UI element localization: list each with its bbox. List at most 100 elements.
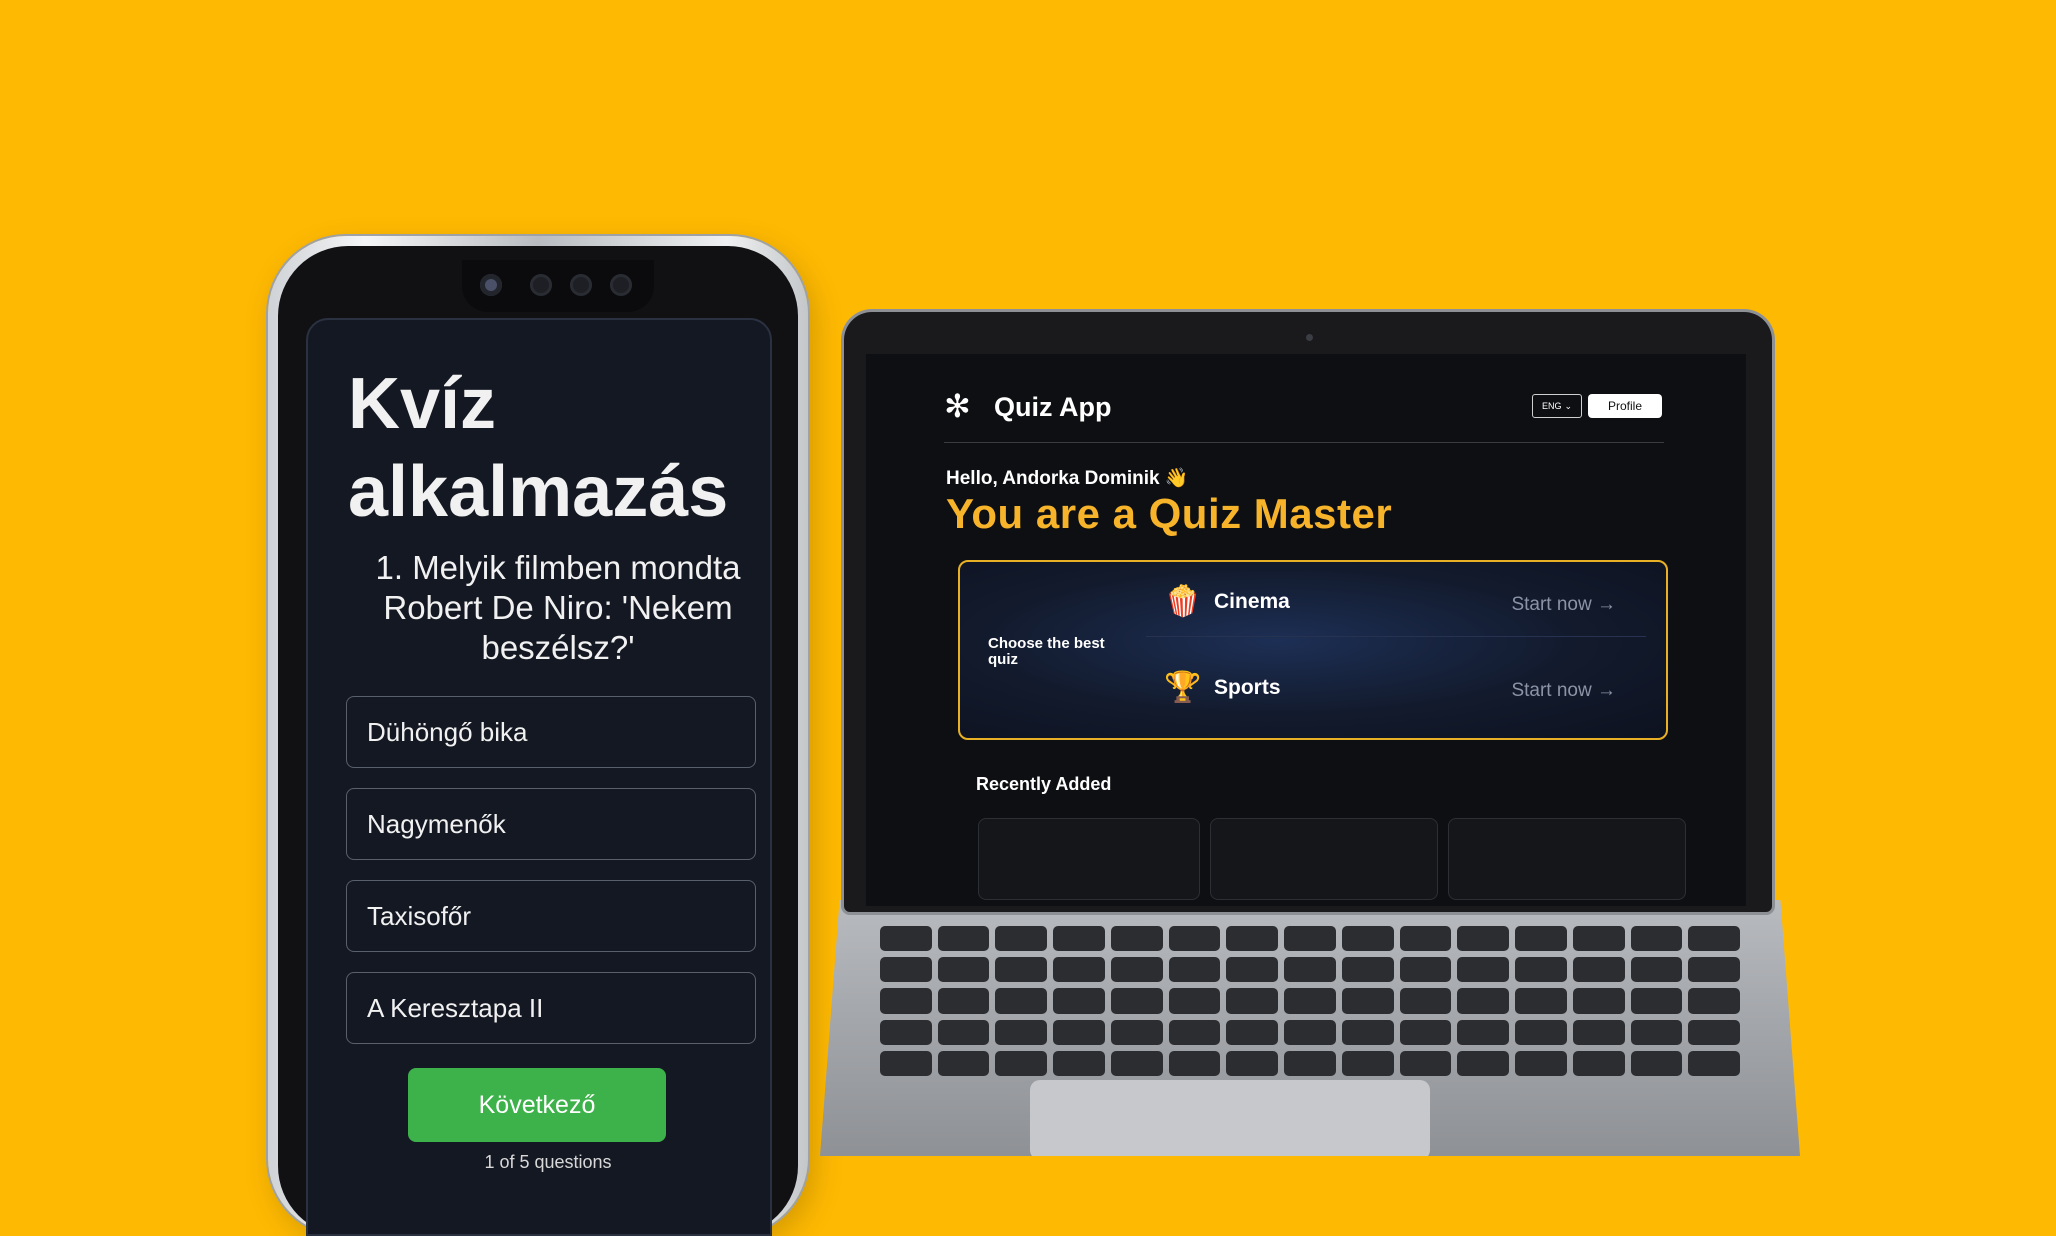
keyboard-key bbox=[937, 1050, 990, 1076]
keyboard-key bbox=[1341, 1019, 1394, 1045]
keyboard-key bbox=[995, 957, 1048, 983]
keyboard-key bbox=[995, 926, 1048, 952]
recent-quiz-card[interactable] bbox=[1210, 818, 1438, 900]
keyboard-key bbox=[1399, 926, 1452, 952]
keyboard-key bbox=[880, 926, 932, 952]
keyboard-key bbox=[1110, 1050, 1163, 1076]
question-text: 1. Melyik filmben mondta Robert De Niro:… bbox=[375, 549, 741, 666]
keyboard-key bbox=[880, 957, 932, 983]
greeting: Hello, Andorka Dominik 👋 bbox=[946, 468, 1189, 489]
popcorn-icon: 🍿 bbox=[1164, 585, 1202, 618]
keyboard-key bbox=[1630, 1019, 1683, 1045]
keyboard-key bbox=[1688, 926, 1740, 952]
keyboard-key bbox=[1110, 1019, 1163, 1045]
answer-option[interactable]: A Keresztapa II bbox=[346, 972, 756, 1044]
start-now-link[interactable]: Start now → bbox=[1511, 680, 1616, 702]
keyboard-key bbox=[1572, 988, 1625, 1014]
keyboard-key bbox=[880, 1050, 932, 1076]
keyboard-key bbox=[1168, 926, 1221, 952]
phone-screen: Kvíz alkalmazás 1. Melyik filmben mondta… bbox=[306, 318, 772, 1236]
keyboard-key bbox=[1168, 1019, 1221, 1045]
keyboard-key bbox=[1457, 1050, 1510, 1076]
keyboard-key bbox=[1284, 988, 1336, 1014]
keyboard-key bbox=[937, 957, 990, 983]
keyboard-key bbox=[1226, 1050, 1279, 1076]
answer-option[interactable]: Dühöngő bika bbox=[346, 696, 756, 768]
recent-quiz-card[interactable] bbox=[1448, 818, 1686, 900]
keyboard-key bbox=[1399, 1050, 1452, 1076]
keyboard-key bbox=[1110, 957, 1163, 983]
keyboard-key bbox=[1630, 926, 1683, 952]
keyboard-key bbox=[1341, 1050, 1394, 1076]
keyboard-key bbox=[1284, 1050, 1336, 1076]
keyboard-key bbox=[1053, 1019, 1105, 1045]
smartphone: Kvíz alkalmazás 1. Melyik filmben mondta… bbox=[268, 236, 808, 1236]
quiz-name: Sports bbox=[1214, 676, 1281, 699]
keyboard-key bbox=[1457, 926, 1510, 952]
keyboard-key bbox=[1341, 988, 1394, 1014]
keyboard-key bbox=[1168, 988, 1221, 1014]
keyboard-key bbox=[1457, 1019, 1510, 1045]
answer-option[interactable]: Nagymenők bbox=[346, 788, 756, 860]
keyboard-key bbox=[1630, 1050, 1683, 1076]
keyboard-key bbox=[1572, 957, 1625, 983]
keyboard-key bbox=[1688, 1019, 1740, 1045]
quiz-item-cinema[interactable]: 🍿 Cinema Start now → bbox=[1146, 570, 1646, 637]
keyboard-key bbox=[937, 988, 990, 1014]
keyboard-key bbox=[1688, 1050, 1740, 1076]
recently-added-heading: Recently Added bbox=[976, 774, 1112, 794]
keyboard-key bbox=[1688, 957, 1740, 983]
profile-button[interactable]: Profile bbox=[1588, 394, 1662, 418]
keyboard-key bbox=[1226, 988, 1279, 1014]
keyboard-key bbox=[1399, 957, 1452, 983]
keyboard-key bbox=[1226, 957, 1279, 983]
quiz-item-sports[interactable]: 🏆 Sports Start now → bbox=[1146, 656, 1646, 722]
keyboard-key bbox=[1226, 1019, 1279, 1045]
chevron-down-icon: ⌄ bbox=[1564, 400, 1573, 411]
camera-icon bbox=[480, 274, 502, 296]
keyboard-key bbox=[1053, 957, 1105, 983]
keyboard-key bbox=[1688, 988, 1740, 1014]
start-now-link[interactable]: Start now → bbox=[1511, 594, 1616, 616]
webcam-icon bbox=[1306, 334, 1313, 341]
headline: You are a Quiz Master bbox=[946, 490, 1393, 537]
trackpad bbox=[1030, 1080, 1430, 1156]
trophy-icon: 🏆 bbox=[1164, 671, 1202, 704]
keyboard-key bbox=[1572, 1050, 1625, 1076]
keyboard-key bbox=[880, 988, 932, 1014]
keyboard-key bbox=[1515, 988, 1567, 1014]
keyboard-key bbox=[1572, 1019, 1625, 1045]
keyboard-key bbox=[1284, 1019, 1336, 1045]
keyboard bbox=[880, 926, 1740, 1076]
keyboard-key bbox=[937, 926, 990, 952]
keyboard-key bbox=[995, 1019, 1048, 1045]
keyboard-key bbox=[1168, 957, 1221, 983]
keyboard-key bbox=[1515, 1050, 1567, 1076]
recent-quiz-card[interactable] bbox=[978, 818, 1200, 900]
keyboard-key bbox=[1630, 957, 1683, 983]
puzzle-icon: ✻ bbox=[944, 388, 971, 424]
next-button[interactable]: Következő bbox=[408, 1068, 666, 1142]
laptop-screen: ✻ Quiz App ENG ⌄ Profile Hello, Andorka … bbox=[866, 354, 1746, 906]
phone-bezel: Kvíz alkalmazás 1. Melyik filmben mondta… bbox=[278, 246, 798, 1236]
keyboard-key bbox=[1226, 926, 1279, 952]
keyboard-key bbox=[1515, 957, 1567, 983]
quiz-name: Cinema bbox=[1214, 590, 1290, 613]
keyboard-key bbox=[1110, 988, 1163, 1014]
keyboard-key bbox=[1572, 926, 1625, 952]
answer-option[interactable]: Taxisofőr bbox=[346, 880, 756, 952]
question-counter: 1 of 5 questions bbox=[484, 1152, 612, 1172]
keyboard-key bbox=[1053, 1050, 1105, 1076]
keyboard-key bbox=[1399, 1019, 1452, 1045]
app-title: Quiz App bbox=[994, 392, 1112, 422]
keyboard-key bbox=[1457, 988, 1510, 1014]
keyboard-key bbox=[937, 1019, 990, 1045]
laptop-lid: ✻ Quiz App ENG ⌄ Profile Hello, Andorka … bbox=[844, 312, 1772, 912]
sensor-icon bbox=[530, 274, 552, 296]
keyboard-key bbox=[1053, 988, 1105, 1014]
keyboard-key bbox=[1341, 926, 1394, 952]
keyboard-key bbox=[1630, 988, 1683, 1014]
keyboard-key bbox=[1457, 957, 1510, 983]
quiz-category-card: Choose the best quiz 🍿 Cinema Start now … bbox=[958, 560, 1668, 740]
language-select[interactable]: ENG ⌄ bbox=[1532, 394, 1582, 418]
